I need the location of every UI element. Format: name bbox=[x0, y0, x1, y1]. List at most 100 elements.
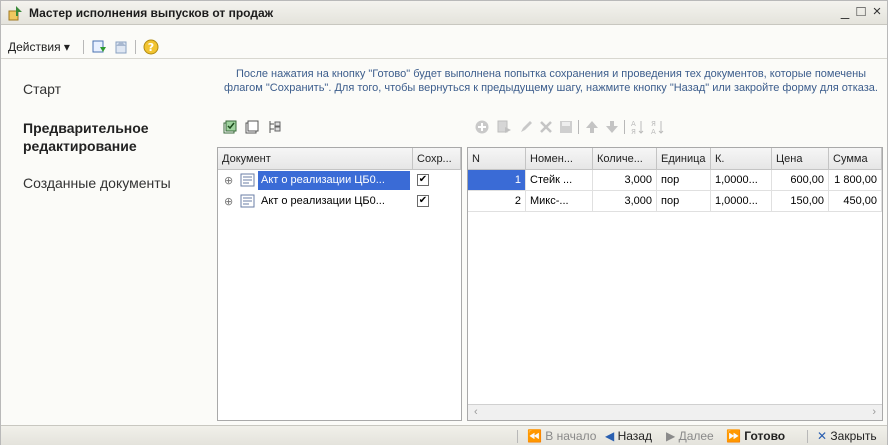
save-icon[interactable] bbox=[558, 119, 574, 135]
save-checkbox[interactable]: ✔ bbox=[417, 174, 429, 186]
column-header-coefficient[interactable]: К. bbox=[711, 148, 772, 170]
scroll-left-icon[interactable]: ‹ bbox=[474, 406, 478, 418]
document-icon bbox=[240, 173, 255, 187]
svg-text:A: A bbox=[631, 120, 636, 128]
done-button[interactable]: ⏩ Готово bbox=[726, 429, 785, 443]
move-down-icon[interactable] bbox=[604, 119, 620, 135]
expand-icon[interactable]: ⊕ bbox=[224, 195, 233, 208]
start-button[interactable]: ⏪ В начало bbox=[527, 429, 596, 443]
check-all-icon[interactable] bbox=[222, 119, 238, 135]
window-title: Мастер исполнения выпусков от продаж bbox=[29, 6, 274, 20]
close-icon: ✕ bbox=[817, 429, 828, 443]
cell-sum[interactable]: 1 800,00 bbox=[829, 170, 882, 191]
toolbar-separator bbox=[578, 120, 579, 134]
start-label: В начало bbox=[545, 429, 597, 443]
expand-icon[interactable]: ⊕ bbox=[224, 174, 233, 187]
table-row[interactable]: ⊕ Акт о реализации ЦБ0... ✔ bbox=[218, 170, 461, 191]
cell-price[interactable]: 150,00 bbox=[772, 191, 829, 212]
document-name[interactable]: Акт о реализации ЦБ0... bbox=[258, 192, 410, 211]
svg-text:?: ? bbox=[148, 41, 154, 54]
cell-price[interactable]: 600,00 bbox=[772, 170, 829, 191]
tree-icon[interactable] bbox=[266, 119, 282, 135]
maximize-button[interactable]: □ bbox=[853, 3, 869, 20]
sort-asc-icon[interactable]: A Я bbox=[630, 119, 646, 135]
footer-separator bbox=[517, 430, 518, 443]
doc-table-toolbar bbox=[222, 119, 302, 139]
done-label: Готово bbox=[744, 429, 786, 443]
wizard-icon bbox=[8, 6, 22, 21]
horizontal-scrollbar[interactable]: ‹ › bbox=[468, 404, 882, 420]
nav-item-start[interactable]: Старт bbox=[23, 81, 61, 97]
cell-quantity[interactable]: 3,000 bbox=[593, 191, 657, 212]
fill-down-icon[interactable] bbox=[91, 39, 107, 55]
column-header-quantity[interactable]: Количе... bbox=[593, 148, 657, 170]
table-row[interactable]: ⊕ Акт о реализации ЦБ0... ✔ bbox=[218, 191, 461, 212]
column-header-price[interactable]: Цена bbox=[772, 148, 829, 170]
svg-text:Я: Я bbox=[651, 120, 656, 128]
cell-unit[interactable]: пор bbox=[657, 191, 711, 212]
back-label: Назад bbox=[617, 429, 652, 443]
main-toolbar: Действия ▾ ? bbox=[1, 35, 887, 59]
fill-up-icon[interactable] bbox=[113, 39, 129, 55]
minimize-button[interactable]: _ bbox=[837, 3, 853, 20]
copy-icon[interactable] bbox=[496, 119, 512, 135]
next-label: Далее bbox=[678, 429, 714, 443]
svg-text:A: A bbox=[651, 128, 656, 135]
svg-text:Я: Я bbox=[631, 128, 636, 135]
close-window-button[interactable]: × bbox=[869, 3, 885, 20]
document-name[interactable]: Акт о реализации ЦБ0... bbox=[258, 171, 410, 190]
actions-menu[interactable]: Действия ▾ bbox=[8, 40, 70, 54]
table-row[interactable]: 1 Стейк ... 3,000 пор 1,0000... 600,00 1… bbox=[468, 170, 882, 191]
document-icon bbox=[240, 194, 255, 208]
next-arrow-icon: ▶ bbox=[666, 429, 676, 443]
column-header-n[interactable]: N bbox=[468, 148, 526, 170]
wizard-window: Мастер исполнения выпусков от продаж _ □… bbox=[0, 0, 888, 445]
back-arrow-icon: ◀ bbox=[605, 429, 615, 443]
chevron-down-icon: ▾ bbox=[63, 40, 70, 54]
column-header-document[interactable]: Документ bbox=[218, 148, 413, 170]
wizard-footer: ⏪ В начало ◀ Назад ▶ Далее ⏩ Готово ✕ За… bbox=[1, 425, 887, 445]
cell-sum[interactable]: 450,00 bbox=[829, 191, 882, 212]
cell-coefficient[interactable]: 1,0000... bbox=[711, 191, 772, 212]
close-label: Закрыть bbox=[830, 429, 877, 443]
cell-quantity[interactable]: 3,000 bbox=[593, 170, 657, 191]
actions-label: Действия bbox=[8, 40, 61, 54]
column-header-unit[interactable]: Единица bbox=[657, 148, 711, 170]
column-header-item[interactable]: Номен... bbox=[526, 148, 593, 170]
next-button[interactable]: ▶ Далее bbox=[666, 429, 714, 443]
cell-item[interactable]: Микс-... bbox=[526, 191, 593, 212]
sort-desc-icon[interactable]: Я A bbox=[650, 119, 666, 135]
help-icon[interactable]: ? bbox=[143, 39, 159, 55]
detail-table: N Номен... Количе... Единица К. Цена Сум… bbox=[467, 147, 883, 421]
close-button[interactable]: ✕ Закрыть bbox=[817, 429, 877, 443]
cell-n[interactable]: 2 bbox=[468, 191, 526, 212]
wizard-steps-nav: Старт Предварительное редактирование Соз… bbox=[1, 59, 215, 425]
documents-table: Документ Сохр... ⊕ Акт о реализации ЦБ0.… bbox=[217, 147, 462, 421]
scroll-right-icon[interactable]: › bbox=[872, 406, 876, 418]
done-arrow-icon: ⏩ bbox=[726, 429, 741, 443]
cell-unit[interactable]: пор bbox=[657, 170, 711, 191]
delete-icon[interactable] bbox=[538, 119, 554, 135]
column-header-save[interactable]: Сохр... bbox=[413, 148, 461, 170]
column-header-sum[interactable]: Сумма bbox=[829, 148, 882, 170]
table-row[interactable]: 2 Микс-... 3,000 пор 1,0000... 150,00 45… bbox=[468, 191, 882, 212]
edit-icon[interactable] bbox=[518, 119, 534, 135]
move-up-icon[interactable] bbox=[584, 119, 600, 135]
add-icon[interactable] bbox=[474, 119, 490, 135]
title-bar: Мастер исполнения выпусков от продаж _ □… bbox=[1, 1, 887, 25]
footer-separator bbox=[807, 430, 808, 443]
nav-item-preliminary-editing[interactable]: Предварительное редактирование bbox=[23, 119, 203, 155]
toolbar-separator bbox=[135, 40, 136, 54]
toolbar-separator bbox=[624, 120, 625, 134]
toolbar-separator bbox=[83, 40, 84, 54]
cell-n[interactable]: 1 bbox=[468, 170, 526, 191]
rewind-icon: ⏪ bbox=[527, 429, 542, 443]
save-checkbox[interactable]: ✔ bbox=[417, 195, 429, 207]
cell-item[interactable]: Стейк ... bbox=[526, 170, 593, 191]
cell-coefficient[interactable]: 1,0000... bbox=[711, 170, 772, 191]
back-button[interactable]: ◀ Назад bbox=[605, 429, 652, 443]
nav-item-created-documents[interactable]: Созданные документы bbox=[23, 175, 171, 191]
detail-table-toolbar: A Я Я A bbox=[474, 119, 714, 139]
info-message: После нажатия на кнопку "Готово" будет в… bbox=[224, 68, 878, 94]
uncheck-all-icon[interactable] bbox=[244, 119, 260, 135]
